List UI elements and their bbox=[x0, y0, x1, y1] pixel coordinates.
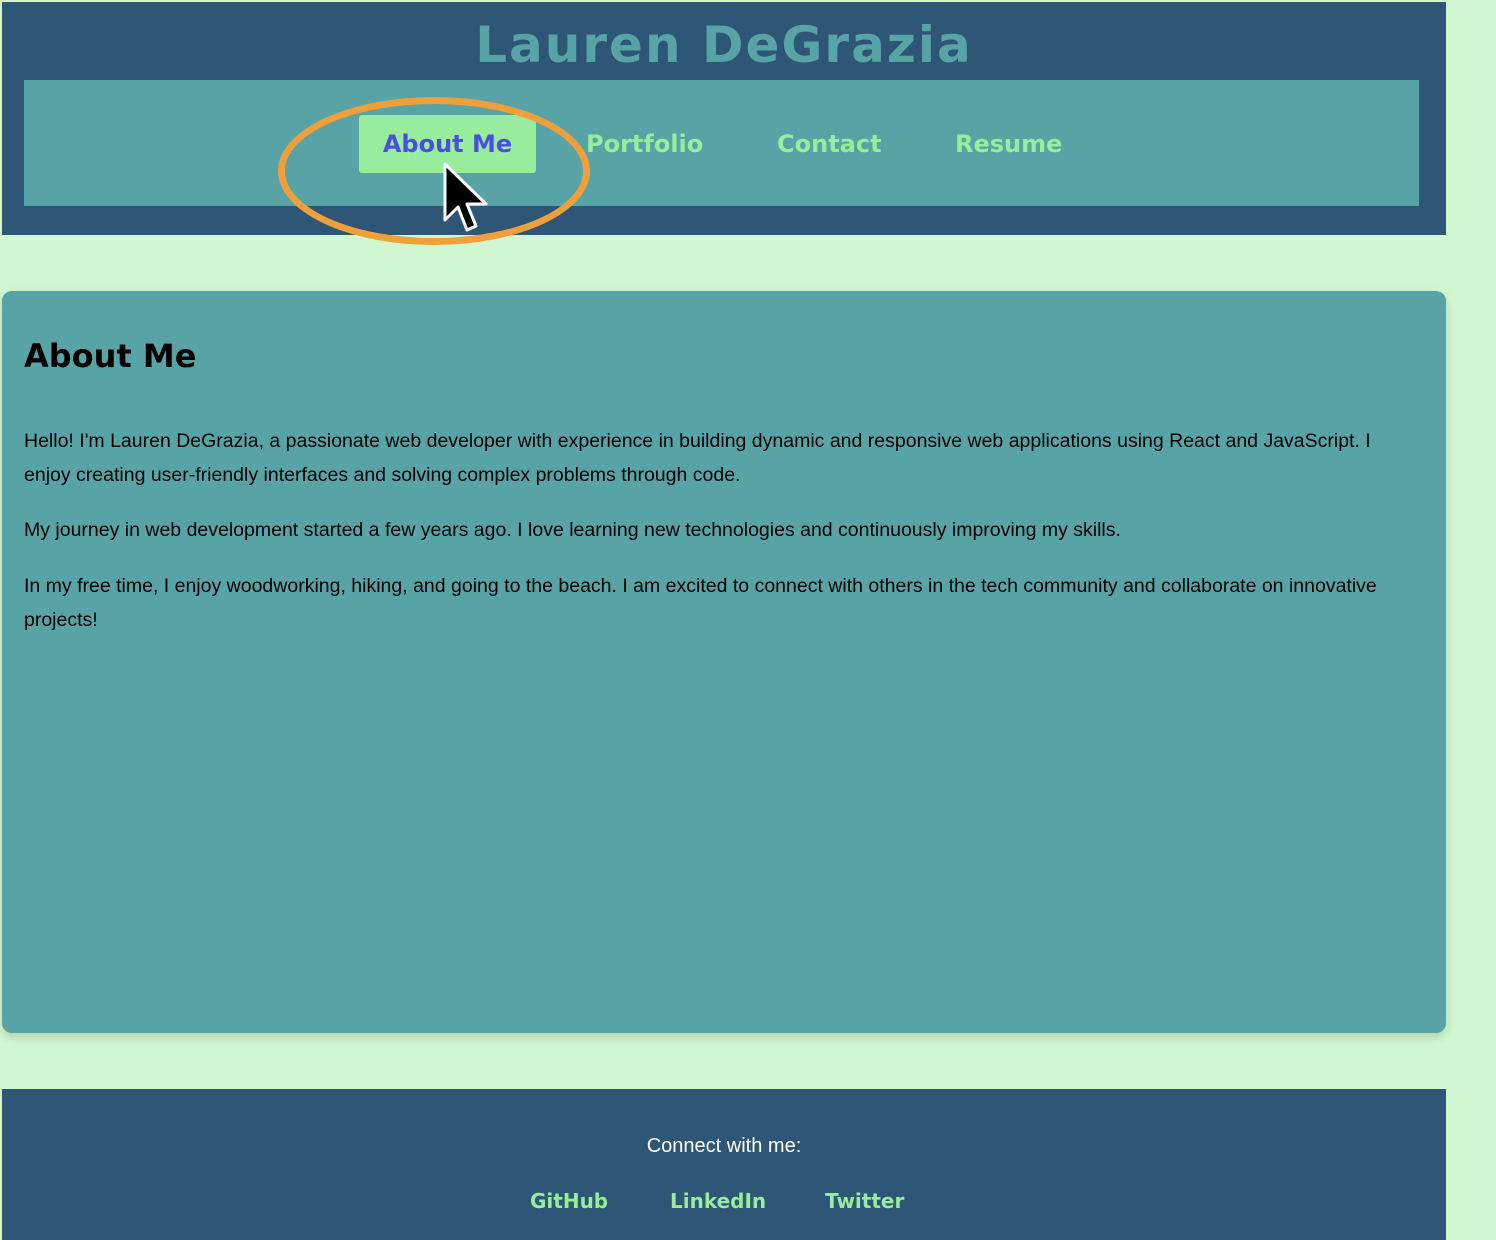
about-paragraph-3: In my free time, I enjoy woodworking, hi… bbox=[24, 575, 1377, 631]
connect-text: Connect with me: bbox=[646, 1135, 802, 1157]
about-paragraph-1: Hello! I'm Lauren DeGrazia, a passionate… bbox=[24, 430, 1371, 486]
site-footer: Connect with me: GitHub LinkedIn Twitter bbox=[2, 1089, 1446, 1240]
nav-resume[interactable]: Resume bbox=[955, 115, 1062, 173]
footer-link-linkedin[interactable]: LinkedIn bbox=[670, 1189, 766, 1213]
about-paragraph-2: My journey in web development started a … bbox=[24, 519, 1121, 541]
main-nav: About Me Portfolio Contact Resume bbox=[24, 80, 1419, 206]
footer-link-twitter[interactable]: Twitter bbox=[825, 1189, 904, 1213]
site-title: Lauren DeGrazia bbox=[475, 16, 973, 74]
site-header: Lauren DeGrazia About Me Portfolio Conta… bbox=[2, 2, 1446, 235]
nav-portfolio[interactable]: Portfolio bbox=[586, 115, 703, 173]
about-me-section: About Me Hello! I'm Lauren DeGrazia, a p… bbox=[2, 291, 1446, 1033]
section-heading: About Me bbox=[24, 337, 197, 375]
footer-link-github[interactable]: GitHub bbox=[530, 1189, 608, 1213]
nav-contact[interactable]: Contact bbox=[777, 115, 882, 173]
mouse-pointer-icon bbox=[442, 162, 494, 244]
